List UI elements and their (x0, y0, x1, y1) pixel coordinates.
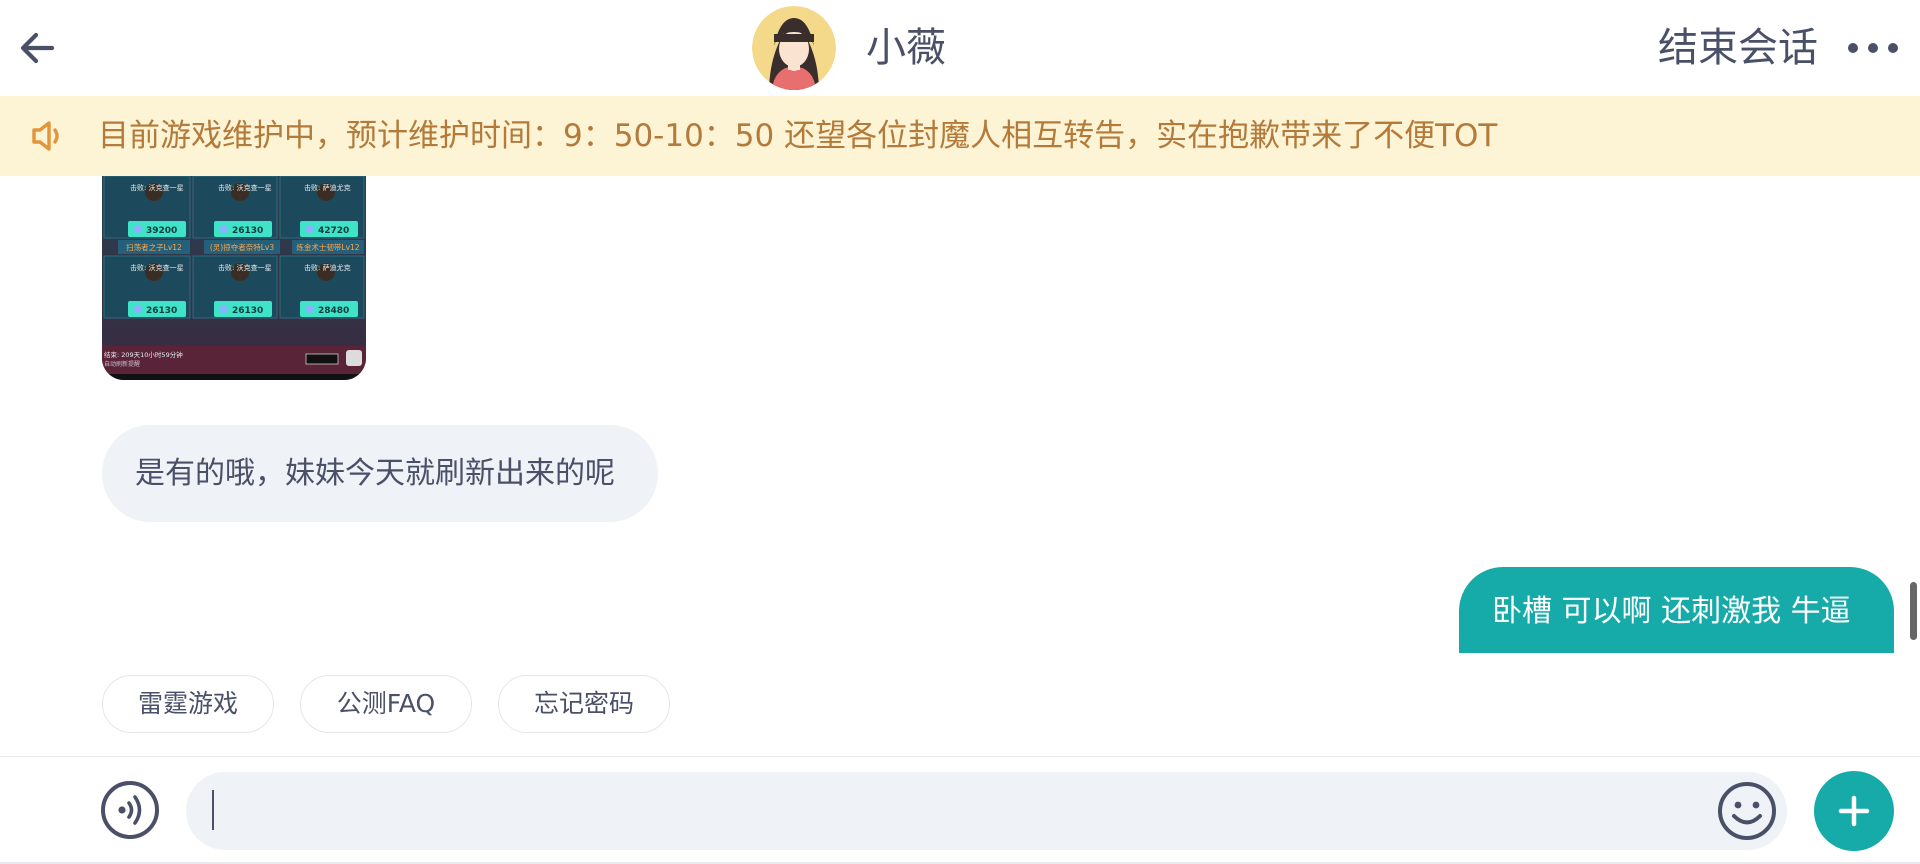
quick-reply-beta-faq[interactable]: 公测FAQ (300, 675, 472, 733)
shop-item-caption: 击败: 沃克查一星 (130, 263, 184, 272)
message-input[interactable] (186, 772, 1787, 850)
shop-item-price: 26130 (232, 306, 263, 316)
quick-reply-leiting-games[interactable]: 雷霆游戏 (102, 675, 274, 733)
user-message-bubble: 卧槽 可以啊 还刺激我 牛逼 (1459, 567, 1894, 653)
back-button[interactable] (18, 26, 58, 70)
shop-item-price: 42720 (318, 226, 349, 236)
emoji-button[interactable] (1716, 780, 1778, 842)
shop-row-label: 炼金术士韧带Lv12 (296, 242, 359, 252)
shop-footer-subtext: 自动刷新提醒 (104, 360, 140, 368)
emoji-icon (1718, 782, 1776, 840)
shop-row-label: 扫荡者之子Lv12 (126, 242, 182, 252)
shop-item-price: 26130 (146, 306, 177, 316)
voice-button[interactable] (100, 780, 160, 840)
shop-item-caption: 击败: 萨迪尤克 (304, 263, 351, 272)
quick-reply-forgot-password[interactable]: 忘记密码 (498, 675, 670, 733)
text-cursor (212, 790, 214, 830)
input-divider (0, 756, 1920, 757)
arrow-left-icon (20, 32, 55, 64)
agent-name: 小薇 (866, 25, 946, 71)
shop-footer-text: 结束: 209天10小时59分钟 (104, 350, 183, 359)
voice-icon (101, 781, 159, 839)
shop-item-price: 39200 (146, 226, 177, 236)
agent-avatar (752, 6, 836, 90)
add-attachment-button[interactable] (1814, 771, 1894, 851)
plus-icon (1838, 795, 1870, 827)
shop-item-caption: 击败: 沃克查一星 (218, 183, 272, 192)
shop-screenshot-image: 扫荡者之子Lv12 (灵)掠夺者奈特Lv3 炼金术士韧带Lv12 击败: 沃克查… (102, 176, 366, 380)
agent-message-bubble: 是有的哦，妹妹今天就刷新出来的呢 (102, 425, 658, 522)
more-button[interactable] (1846, 34, 1900, 62)
scrollbar-thumb[interactable] (1910, 582, 1917, 640)
user-message-text: 卧槽 可以啊 还刺激我 牛逼 (1492, 594, 1851, 629)
shop-item-price: 28480 (318, 306, 349, 316)
notice-text: 目前游戏维护中，预计维护时间：9：50-10：50 还望各位封魔人相互转告，实在… (98, 118, 1498, 154)
image-message[interactable]: 扫荡者之子Lv12 (灵)掠夺者奈特Lv3 炼金术士韧带Lv12 击败: 沃克查… (102, 176, 366, 380)
shop-row-label: (灵)掠夺者奈特Lv3 (210, 242, 274, 252)
end-session-button[interactable]: 结束会话 (1658, 24, 1818, 72)
shop-item-caption: 击败: 沃克查一星 (130, 183, 184, 192)
shop-item-caption: 击败: 沃克查一星 (218, 263, 272, 272)
speaker-icon (30, 119, 66, 153)
agent-message-text: 是有的哦，妹妹今天就刷新出来的呢 (135, 456, 615, 491)
chat-header: 小薇 结束会话 (0, 0, 1920, 96)
more-dots-icon (1848, 43, 1898, 53)
shop-item-price: 26130 (232, 226, 263, 236)
shop-item-caption: 击败: 萨迪尤克 (304, 183, 351, 192)
